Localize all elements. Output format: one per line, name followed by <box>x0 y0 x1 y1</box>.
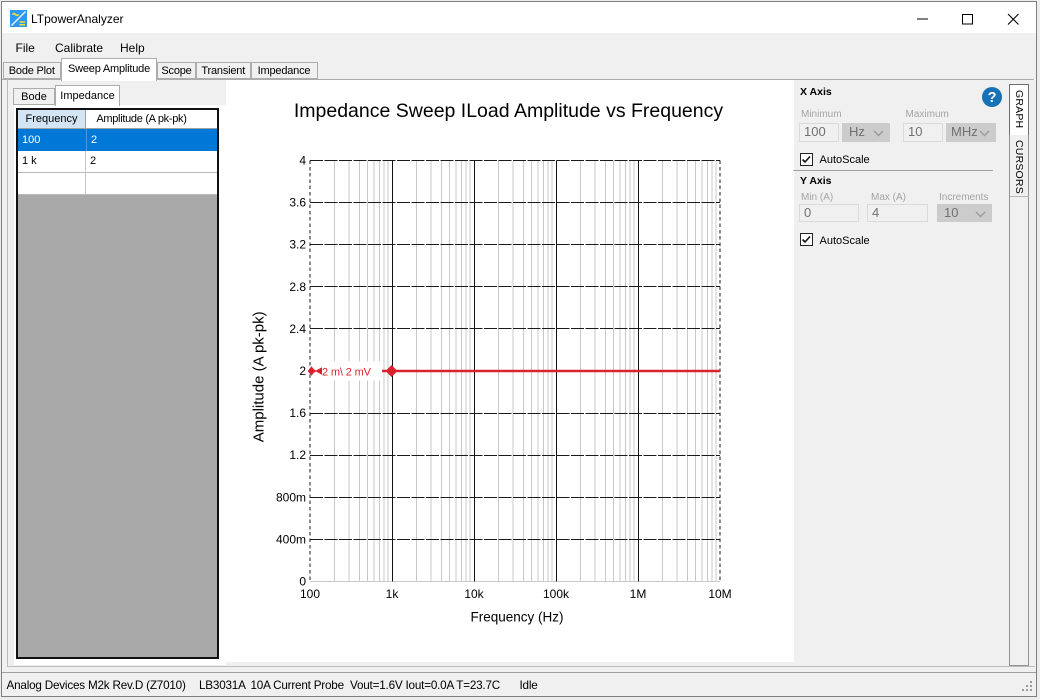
svg-text:800m: 800m <box>276 490 306 504</box>
svg-text:4: 4 <box>299 154 306 168</box>
svg-text:2.4: 2.4 <box>289 322 306 336</box>
svg-text:10M: 10M <box>708 587 731 601</box>
svg-text:10k: 10k <box>464 587 484 601</box>
svg-text:400m: 400m <box>276 532 306 546</box>
svg-text:1.2: 1.2 <box>289 448 306 462</box>
svg-text:3.2: 3.2 <box>289 238 306 252</box>
svg-text:3.6: 3.6 <box>289 196 306 210</box>
svg-text:Frequency (Hz): Frequency (Hz) <box>470 610 563 625</box>
svg-text:Impedance Sweep ILoad Amplitud: Impedance Sweep ILoad Amplitude vs Frequ… <box>294 100 724 122</box>
svg-text:1M: 1M <box>630 587 647 601</box>
svg-text:2.8: 2.8 <box>289 280 306 294</box>
svg-text:2 m\ 2 mV: 2 m\ 2 mV <box>322 366 372 378</box>
svg-text:2: 2 <box>299 364 306 378</box>
svg-text:100k: 100k <box>543 587 570 601</box>
svg-text:Amplitude (A pk-pk): Amplitude (A pk-pk) <box>251 311 268 442</box>
svg-text:100: 100 <box>300 587 320 601</box>
svg-text:1.6: 1.6 <box>289 406 306 420</box>
svg-text:1k: 1k <box>386 587 400 601</box>
